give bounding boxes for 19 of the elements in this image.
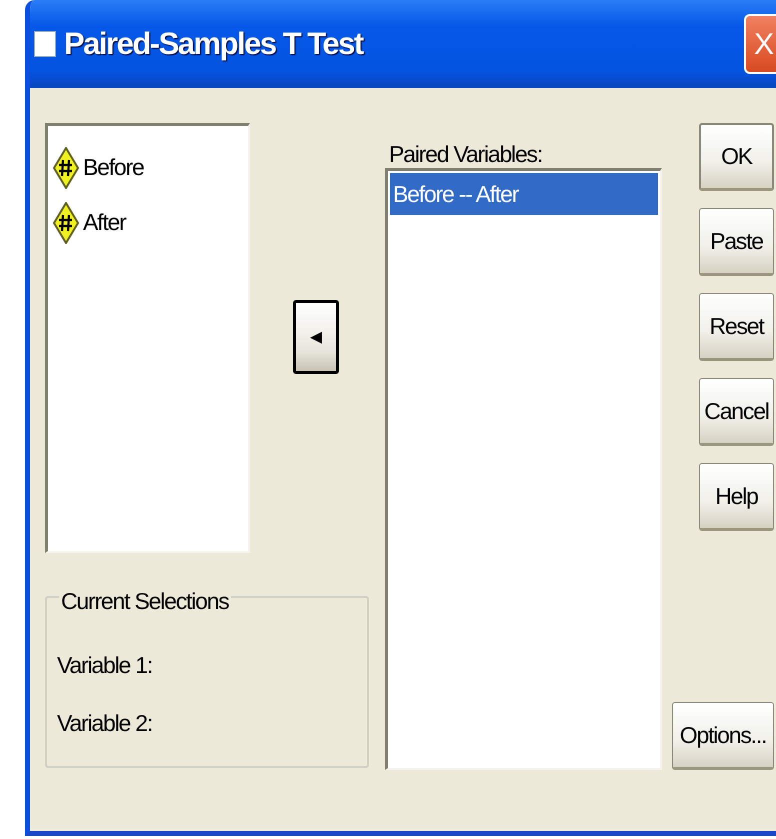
dialog-button[interactable]: OK (699, 123, 774, 191)
paired-variables-list[interactable]: Before -- After (385, 168, 662, 770)
move-button[interactable]: ◂ (293, 300, 339, 374)
variable-item[interactable]: After (81, 205, 128, 240)
dialog-button[interactable]: Reset (699, 293, 774, 361)
pair-item[interactable]: Before -- After (390, 173, 658, 215)
field-label: Variable 2: (57, 709, 154, 738)
window-title: Paired-Samples T Test (64, 24, 363, 63)
paired-variables-label: Paired Variables: (388, 140, 544, 168)
field-label: Variable 1: (57, 651, 154, 680)
options-button[interactable]: Options... (672, 702, 774, 770)
dialog-button[interactable]: Paste (699, 208, 774, 276)
dialog-button[interactable]: Cancel (699, 378, 774, 446)
variable-list[interactable]: Before After (45, 123, 250, 553)
dialog-button[interactable]: Help (699, 463, 774, 531)
variable-item[interactable]: Before (81, 150, 146, 185)
scale-variable-icon (53, 146, 79, 188)
window-icon (34, 31, 56, 57)
scale-variable-icon (53, 202, 79, 244)
